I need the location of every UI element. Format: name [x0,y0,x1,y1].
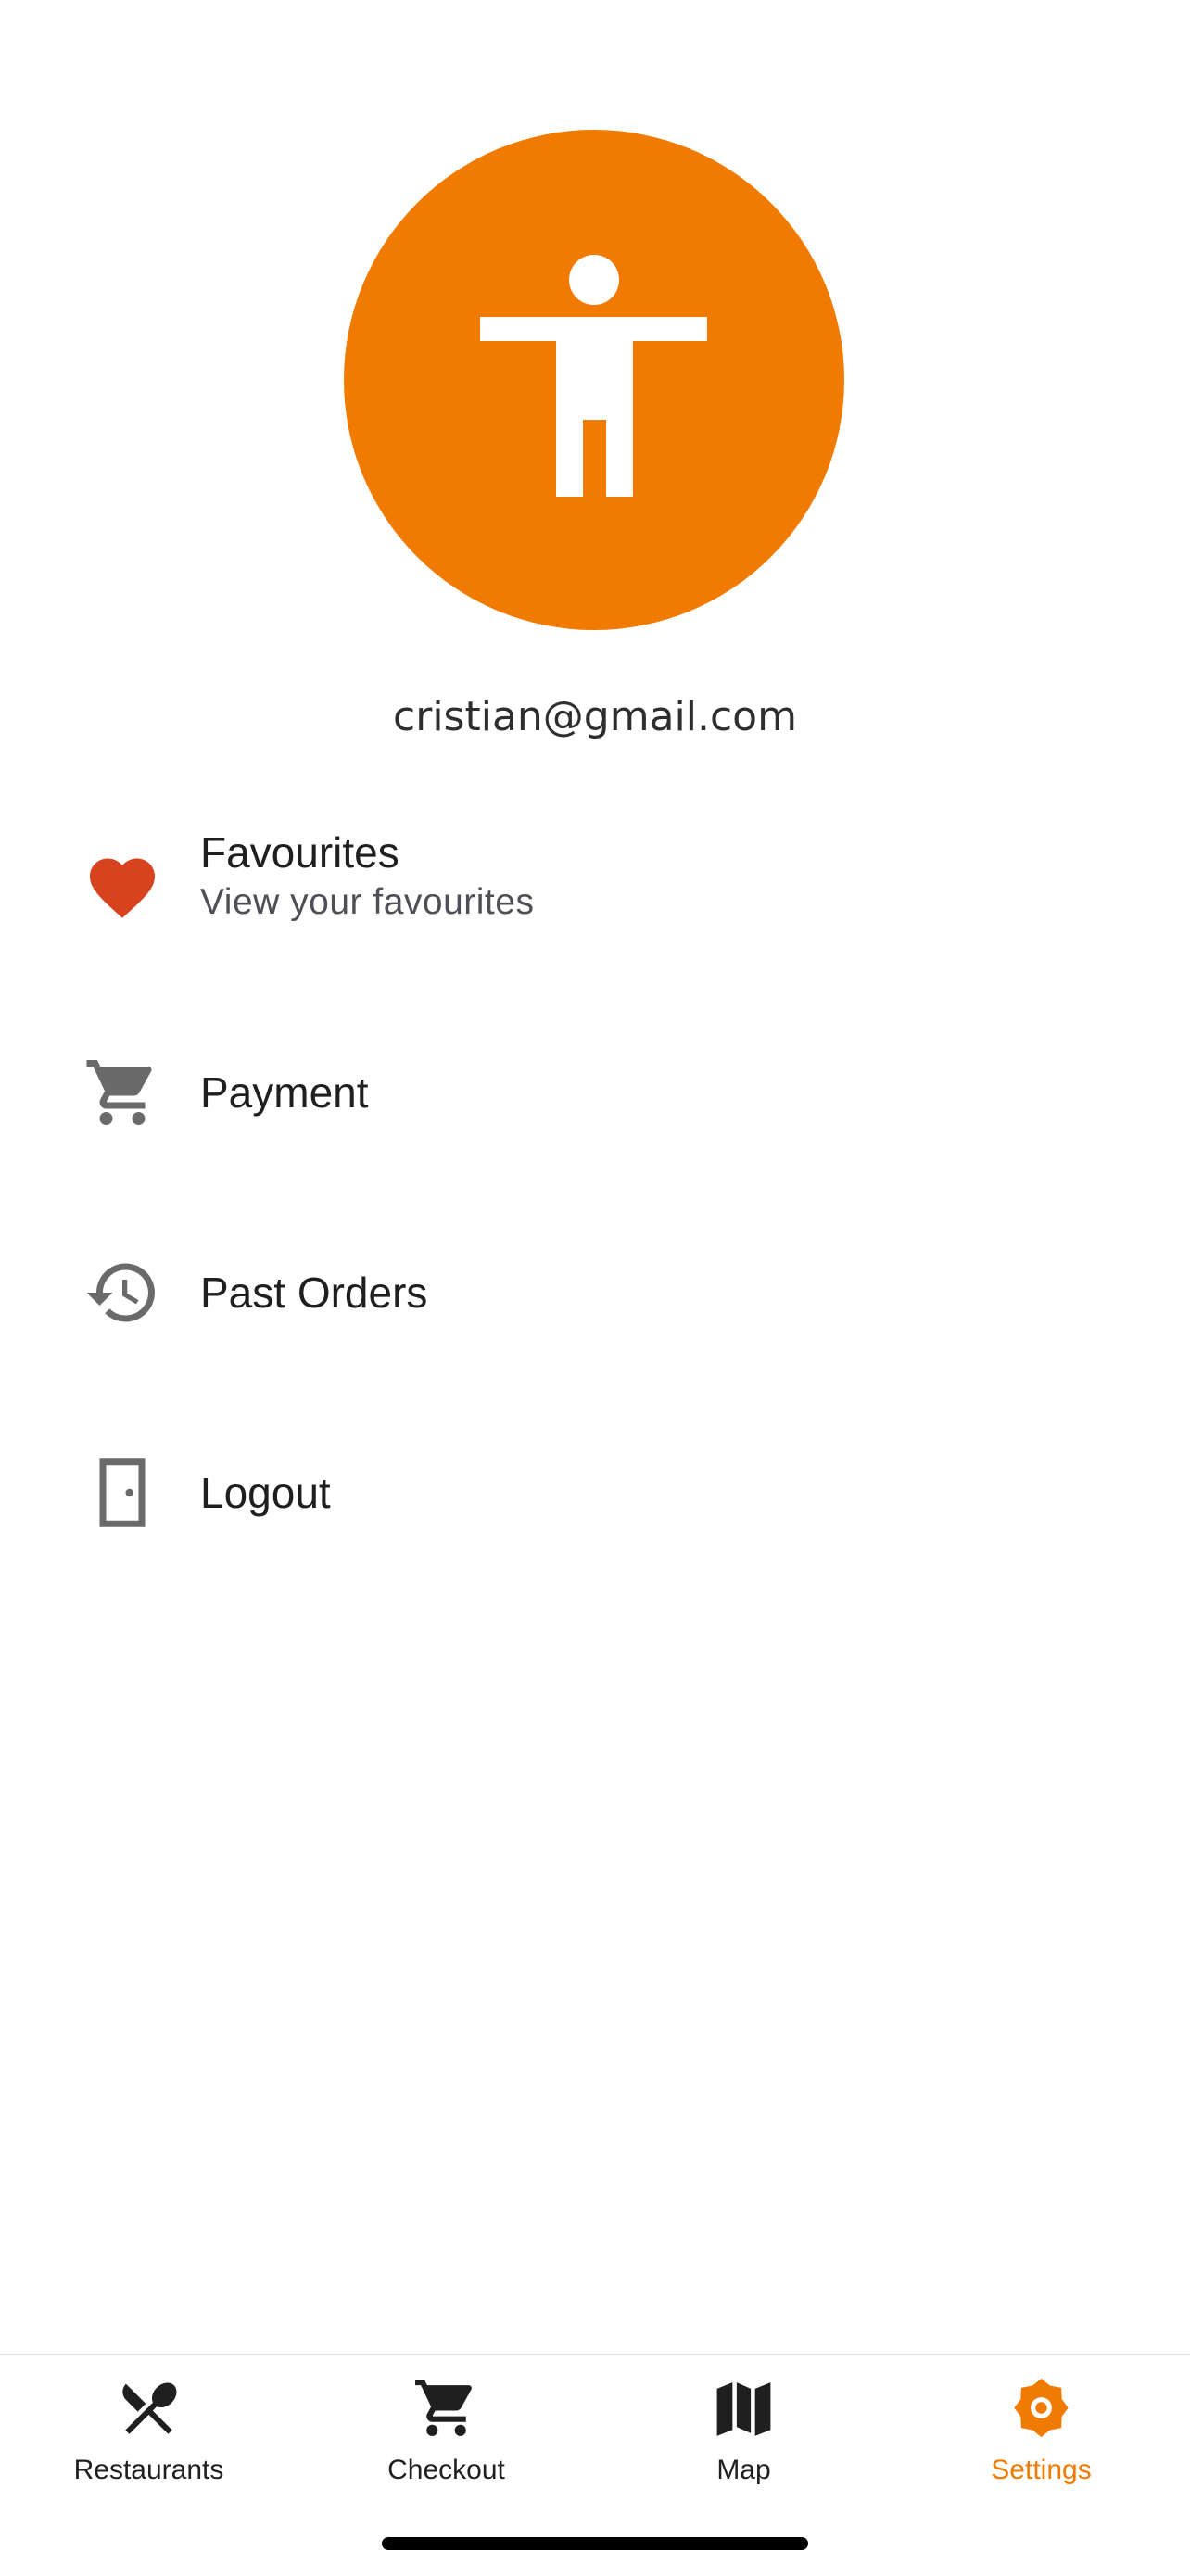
menu-item-past-orders[interactable]: Past Orders [0,1215,1190,1372]
history-icon [83,1254,161,1332]
menu-item-label: Past Orders [200,1269,428,1317]
fork-knife-icon [115,2374,183,2442]
menu-item-logout[interactable]: Logout [0,1415,1190,1572]
tab-label: Map [716,2455,771,2485]
user-email: cristian@gmail.com [393,693,797,740]
menu-item-label: Logout [200,1469,331,1517]
tab-label: Restaurants [73,2455,224,2485]
tab-checkout[interactable]: Checkout [298,2355,595,2504]
cart-icon [412,2374,480,2442]
gear-icon [1007,2374,1075,2442]
menu-item-favourites[interactable]: Favourites View your favourites [0,806,1190,964]
accessibility-person-icon [480,255,707,497]
cart-icon [83,1054,161,1131]
tab-restaurants[interactable]: Restaurants [0,2355,298,2504]
door-icon [83,1454,161,1532]
map-icon [710,2374,778,2442]
home-indicator [382,2537,808,2550]
menu-item-label: Favourites [200,828,399,877]
menu-item-label: Payment [200,1068,369,1117]
tab-label: Checkout [387,2455,505,2485]
tab-map[interactable]: Map [595,2355,892,2504]
tab-label: Settings [991,2455,1092,2485]
avatar [344,130,844,630]
heart-icon [83,849,161,927]
menu-item-sublabel: View your favourites [200,882,535,922]
menu-item-payment[interactable]: Payment [0,1015,1190,1172]
tab-settings[interactable]: Settings [892,2355,1190,2504]
